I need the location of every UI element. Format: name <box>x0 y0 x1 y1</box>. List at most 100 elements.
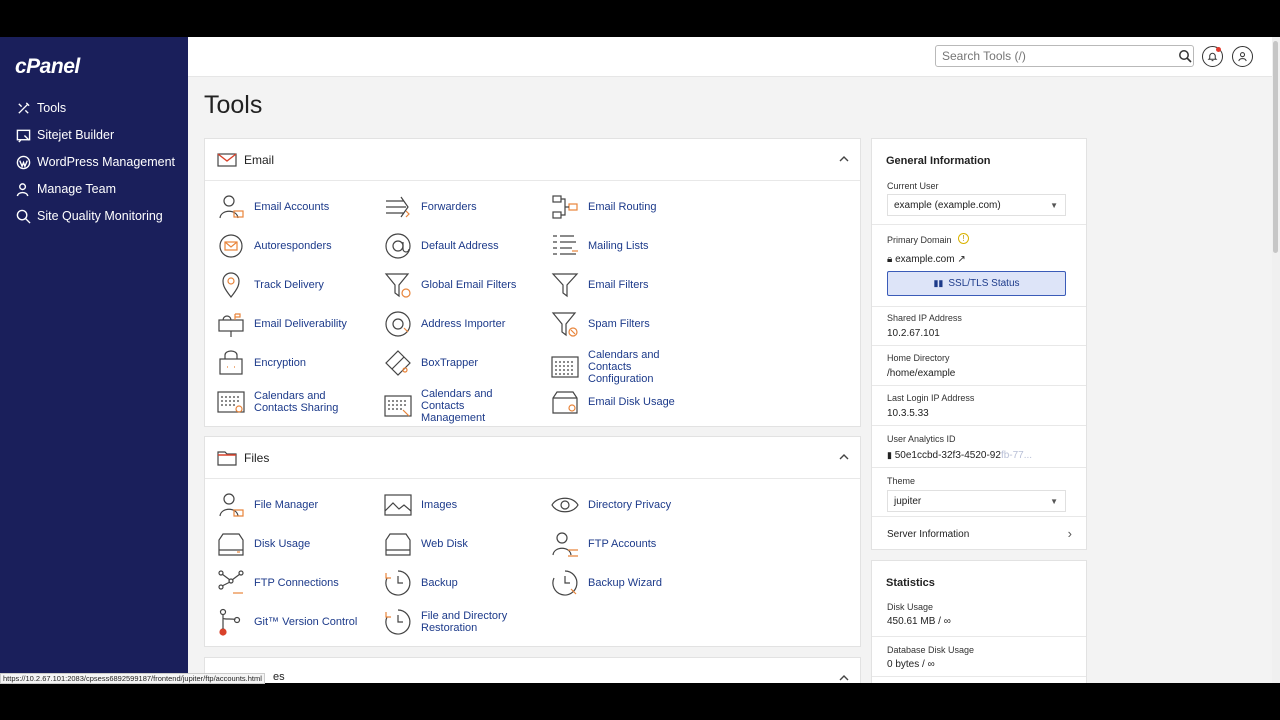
statistics-title: Statistics <box>886 577 935 589</box>
notifications-button[interactable] <box>1202 46 1223 67</box>
sidebar-item-label: Sitejet Builder <box>37 128 115 142</box>
backup-wizard-icon <box>551 569 579 597</box>
address-importer-icon <box>384 310 412 338</box>
chevron-up-icon[interactable] <box>838 672 850 683</box>
tool-calendars-contacts-config[interactable]: Calendars and Contacts Configuration <box>551 349 698 385</box>
disk-usage-row: Disk Usage 450.61 MB / ∞ <box>887 602 951 627</box>
sidebar-item-label: Tools <box>37 101 67 115</box>
sitejet-icon <box>15 127 31 143</box>
tool-default-address[interactable]: Default Address <box>384 232 531 260</box>
tool-calendars-contacts-sharing[interactable]: Calendars and Contacts Sharing <box>217 388 364 416</box>
info-icon[interactable]: ! <box>958 233 969 244</box>
tool-spam-filters[interactable]: Spam Filters <box>551 310 698 338</box>
tool-backup[interactable]: Backup <box>384 569 531 597</box>
chevron-up-icon[interactable] <box>838 153 850 165</box>
user-icon <box>1238 52 1247 62</box>
sidebar-item-label: Manage Team <box>37 182 116 196</box>
tool-email-accounts[interactable]: Email Accounts <box>217 193 364 221</box>
external-link-icon: ↗ <box>957 254 966 265</box>
db-disk-usage-row: Database Disk Usage 0 bytes / ∞ <box>872 636 1086 676</box>
cpanel-logo[interactable]: cPanel <box>15 55 80 79</box>
home-directory-row: Home Directory /home/example <box>872 345 1086 385</box>
envelope-icon <box>217 153 237 167</box>
eye-icon <box>551 491 579 519</box>
tool-boxtrapper[interactable]: BoxTrapper <box>384 349 531 377</box>
tool-git-version-control[interactable]: Git™ Version Control <box>217 608 364 636</box>
team-icon <box>15 181 31 197</box>
sidebar-item-manage-team[interactable]: Manage Team <box>15 178 116 200</box>
tool-disk-usage[interactable]: Disk Usage <box>217 530 364 558</box>
tool-file-directory-restoration[interactable]: File and Directory Restoration <box>384 608 531 636</box>
email-panel-header[interactable]: Email <box>205 139 860 181</box>
lock-icon: 🔒︎ <box>887 254 893 265</box>
status-bar-url: https://10.2.67.101:2083/cpsess689259918… <box>0 673 265 684</box>
server-information-row[interactable]: Server Information › <box>872 516 1086 551</box>
tool-ftp-connections[interactable]: FTP Connections <box>217 569 364 597</box>
tool-email-disk-usage[interactable]: Email Disk Usage <box>551 388 698 416</box>
tool-file-manager[interactable]: File Manager <box>217 491 364 519</box>
files-panel-title: Files <box>244 451 270 465</box>
primary-domain-link[interactable]: 🔒︎ example.com ↗ <box>887 254 966 265</box>
files-panel-header[interactable]: Files <box>205 437 860 479</box>
theme-select[interactable]: jupiter ▼ <box>887 490 1066 512</box>
last-login-row: Last Login IP Address 10.3.5.33 <box>872 385 1086 425</box>
analytics-id-row: User Analytics ID ▮ 50e1ccbd-32f3-4520-9… <box>872 425 1086 467</box>
encryption-icon <box>217 349 245 377</box>
tool-calendars-contacts-management[interactable]: Calendars and Contacts Management <box>384 388 531 424</box>
calendar-share-icon <box>217 388 245 416</box>
track-delivery-icon <box>217 271 245 299</box>
email-accounts-icon <box>217 193 245 221</box>
mailing-lists-icon <box>551 232 579 260</box>
bell-icon <box>1207 52 1218 62</box>
tool-images[interactable]: Images <box>384 491 531 519</box>
sidebar-item-wordpress[interactable]: WordPress Management <box>15 151 175 173</box>
tool-encryption[interactable]: Encryption <box>217 349 364 377</box>
boxtrapper-icon <box>384 349 412 377</box>
tool-address-importer[interactable]: Address Importer <box>384 310 531 338</box>
tool-autoresponders[interactable]: Autoresponders <box>217 232 364 260</box>
chart-icon: ▮▮ <box>933 278 944 288</box>
next-panel: es <box>204 657 861 683</box>
files-panel: Files File Manager Images Directory Priv… <box>204 436 861 647</box>
tool-directory-privacy[interactable]: Directory Privacy <box>551 491 698 519</box>
current-user-select[interactable]: example (example.com) ▼ <box>887 194 1066 216</box>
scrollbar-thumb[interactable] <box>1273 41 1278 253</box>
tool-global-email-filters[interactable]: Global Email Filters <box>384 271 531 299</box>
folder-icon <box>217 451 237 466</box>
tool-email-deliverability[interactable]: Email Deliverability <box>217 310 364 338</box>
calendar-icon <box>551 353 579 381</box>
sidebar-item-tools[interactable]: Tools <box>15 97 66 119</box>
wordpress-icon <box>15 154 31 170</box>
user-menu-button[interactable] <box>1232 46 1253 67</box>
chevron-up-icon[interactable] <box>838 451 850 463</box>
sidebar-item-label: WordPress Management <box>37 155 176 169</box>
global-filter-icon <box>384 271 412 299</box>
search-input[interactable] <box>935 45 1194 67</box>
current-user-row: Current User example (example.com) ▼ <box>872 177 1086 221</box>
search-icon[interactable] <box>1178 49 1192 63</box>
tool-web-disk[interactable]: Web Disk <box>384 530 531 558</box>
statistics-card: Statistics Disk Usage 450.61 MB / ∞ Data… <box>871 560 1087 683</box>
general-info-title: General Information <box>886 155 991 167</box>
sidebar-item-site-quality[interactable]: Site Quality Monitoring <box>15 205 163 227</box>
tool-backup-wizard[interactable]: Backup Wizard <box>551 569 698 597</box>
tool-ftp-accounts[interactable]: FTP Accounts <box>551 530 698 558</box>
spam-filter-icon <box>551 310 579 338</box>
primary-domain-row: Primary Domain ! 🔒︎ example.com ↗ ▮▮ SSL… <box>872 224 1086 304</box>
main-area: Tools Email Email Accounts Forwarders Em… <box>188 37 1272 683</box>
tool-track-delivery[interactable]: Track Delivery <box>217 271 364 299</box>
tool-mailing-lists[interactable]: Mailing Lists <box>551 232 698 260</box>
disk-icon <box>217 530 245 558</box>
tool-email-filters[interactable]: Email Filters <box>551 271 698 299</box>
notification-dot <box>1216 47 1221 52</box>
next-stat-row <box>872 676 1086 683</box>
ssl-tls-status-button[interactable]: ▮▮ SSL/TLS Status <box>887 271 1066 296</box>
general-info-card: General Information Current User example… <box>871 138 1087 550</box>
disk-usage-icon <box>551 388 579 416</box>
at-sign-icon <box>384 232 412 260</box>
theme-row: Theme jupiter ▼ <box>872 467 1086 513</box>
sidebar-item-sitejet[interactable]: Sitejet Builder <box>15 124 114 146</box>
tool-forwarders[interactable]: Forwarders <box>384 193 531 221</box>
tool-email-routing[interactable]: Email Routing <box>551 193 698 221</box>
analytics-id-value[interactable]: ▮ 50e1ccbd-32f3-4520-92fb-77... <box>887 450 1032 461</box>
